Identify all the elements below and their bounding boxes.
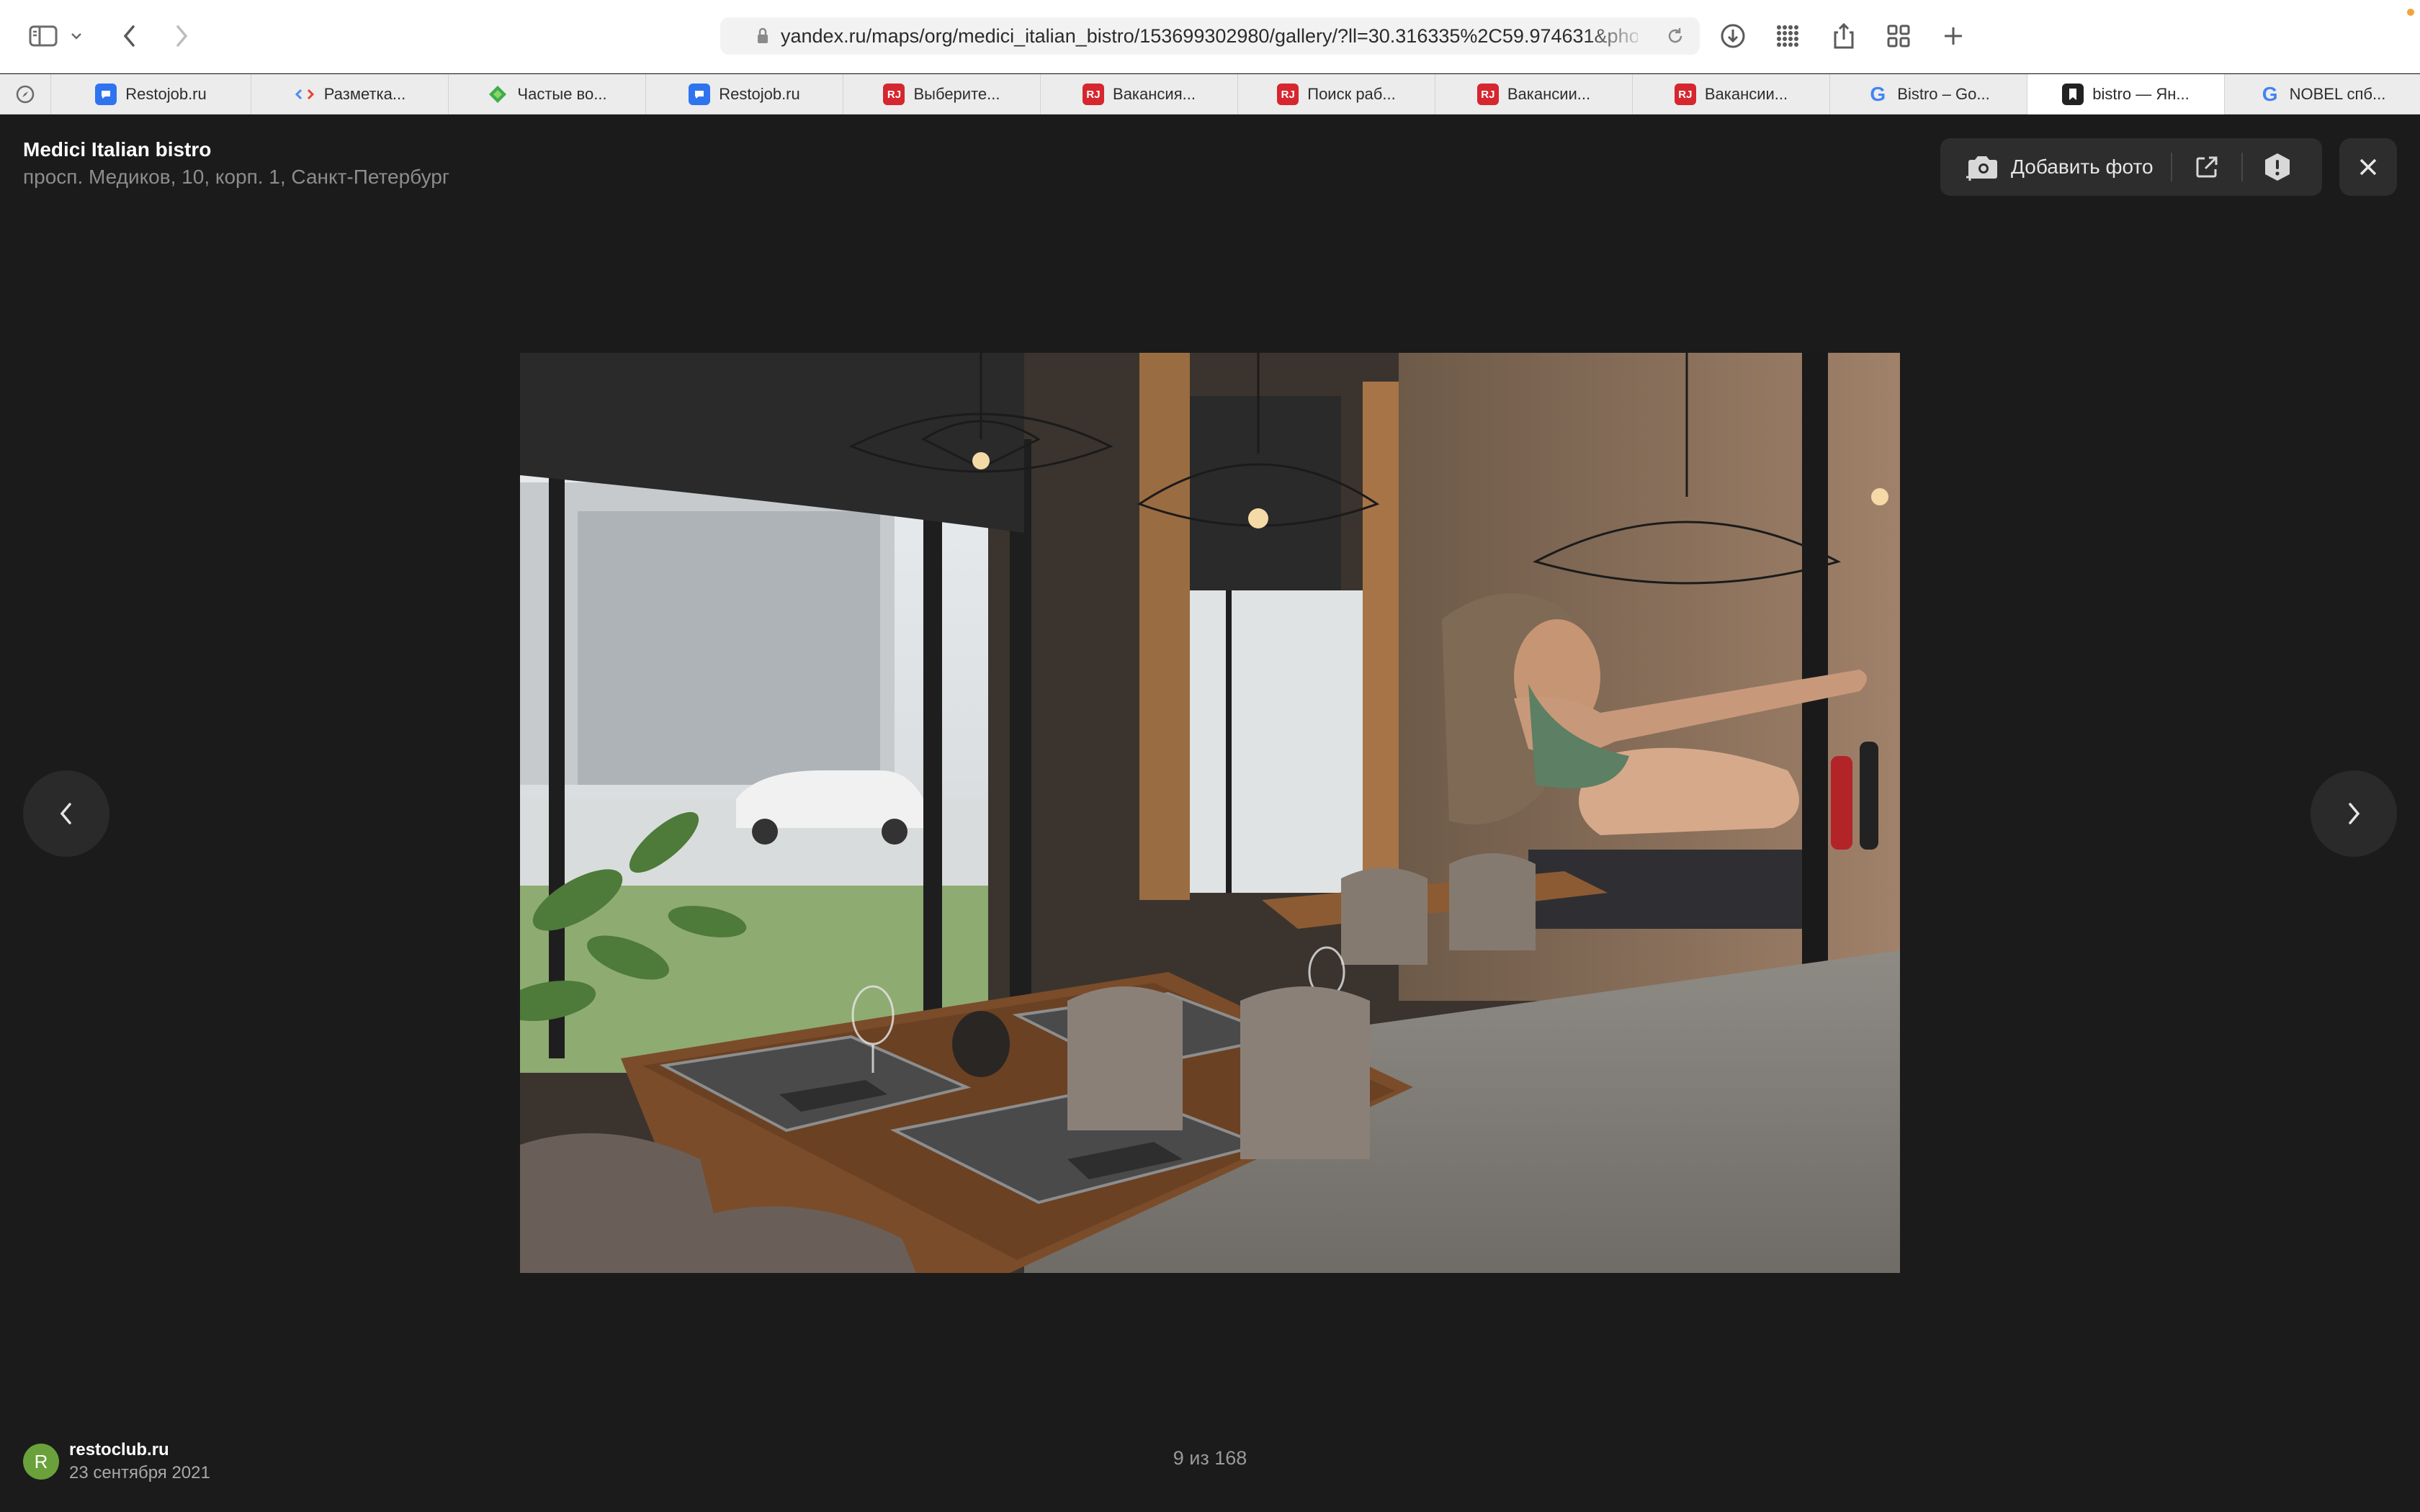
tab-label: Bistro – Go... — [1897, 85, 1990, 103]
rj-icon: RJ — [1674, 84, 1696, 105]
chevron-down-icon[interactable] — [65, 19, 88, 53]
close-button[interactable] — [2339, 138, 2397, 196]
download-icon[interactable] — [1716, 19, 1750, 53]
tab-restojob-2[interactable]: Restojob.ru — [645, 74, 843, 114]
tab-rj-4[interactable]: RJ Вакансии... — [1435, 74, 1632, 114]
add-photo-label: Добавить фото — [2011, 156, 2154, 178]
reload-icon[interactable] — [1665, 26, 1685, 50]
tab-razmetka[interactable]: Разметка... — [251, 74, 448, 114]
gallery-photo[interactable] — [520, 353, 1900, 1273]
photo-gallery-viewer: Medici Italian bistro просп. Медиков, 10… — [0, 115, 2420, 1512]
tab-label: NOBEL спб... — [2289, 85, 2386, 103]
chat-bubble-icon — [95, 84, 117, 105]
chevron-right-icon — [2346, 801, 2362, 826]
tab-label: Вакансии... — [1704, 85, 1788, 103]
compass-icon[interactable] — [0, 74, 50, 114]
close-icon — [2357, 156, 2379, 178]
tab-restojob-1[interactable]: Restojob.ru — [50, 74, 251, 114]
warning-hexagon-icon — [2262, 152, 2293, 182]
new-tab-icon[interactable] — [1936, 19, 1971, 53]
tab-label: Restojob.ru — [719, 85, 800, 103]
photo-author[interactable]: R restoclub.ru 23 сентября 2021 — [23, 1440, 210, 1483]
rj-icon: RJ — [883, 84, 905, 105]
avatar: R — [23, 1444, 59, 1480]
next-photo-button[interactable] — [2311, 770, 2397, 857]
tab-google-bistro[interactable]: G Bistro – Go... — [1829, 74, 2027, 114]
tab-google-nobel[interactable]: G NOBEL спб... — [2224, 74, 2420, 114]
open-external-button[interactable] — [2172, 138, 2241, 196]
previous-photo-button[interactable] — [23, 770, 109, 857]
green-diamond-icon — [487, 84, 508, 105]
tab-label: bistro — Ян... — [2092, 85, 2190, 103]
browser-toolbar: yandex.ru/maps/org/medici_italian_bistro… — [0, 0, 2420, 73]
tab-bar: Restojob.ru Разметка... Частые во... Res… — [0, 74, 2420, 114]
back-icon[interactable] — [112, 19, 147, 53]
google-icon: G — [2262, 83, 2278, 105]
forward-icon[interactable] — [164, 19, 199, 53]
external-link-icon — [2195, 155, 2219, 179]
org-address: просп. Медиков, 10, корп. 1, Санкт-Петер… — [23, 166, 450, 188]
notification-dot — [2407, 9, 2414, 16]
tab-rj-5[interactable]: RJ Вакансии... — [1632, 74, 1829, 114]
add-photo-button[interactable]: Добавить фото — [1940, 138, 2171, 196]
rj-icon: RJ — [1277, 84, 1299, 105]
org-name[interactable]: Medici Italian bistro — [23, 138, 211, 161]
rj-icon: RJ — [1476, 84, 1499, 105]
share-icon[interactable] — [1827, 19, 1861, 53]
apps-grid-icon[interactable] — [1770, 19, 1805, 53]
url-text: yandex.ru/maps/org/medici_italian_bistro… — [781, 25, 1638, 47]
tab-yandex-bistro[interactable]: bistro — Ян... — [2027, 74, 2224, 114]
sidebar-toggle-icon[interactable] — [26, 19, 60, 53]
tab-label: Вакансия... — [1113, 85, 1196, 103]
lock-icon — [756, 27, 769, 48]
tab-rj-3[interactable]: RJ Поиск раб... — [1237, 74, 1435, 114]
chevron-left-icon — [58, 801, 74, 826]
photo-date: 23 сентября 2021 — [69, 1463, 210, 1482]
tab-overview-icon[interactable] — [1881, 19, 1916, 53]
photo-actions-panel: Добавить фото — [1940, 138, 2322, 196]
tab-label: Вакансии... — [1507, 85, 1591, 103]
chat-bubble-icon — [689, 84, 711, 105]
tab-label: Частые во... — [517, 85, 607, 103]
rj-icon: RJ — [1083, 84, 1105, 105]
google-icon: G — [1870, 83, 1886, 105]
report-button[interactable] — [2243, 138, 2312, 196]
restaurant-interior-photo — [520, 353, 1900, 1273]
tab-label: Restojob.ru — [125, 85, 207, 103]
tab-rj-1[interactable]: RJ Выберите... — [843, 74, 1040, 114]
camera-plus-icon — [1965, 153, 1999, 181]
tab-label: Выберите... — [913, 85, 1000, 103]
bookmark-icon — [2062, 84, 2084, 105]
tab-rj-2[interactable]: RJ Вакансия... — [1040, 74, 1237, 114]
tab-faq[interactable]: Частые во... — [448, 74, 645, 114]
address-bar[interactable]: yandex.ru/maps/org/medici_italian_bistro… — [720, 17, 1700, 55]
tab-label: Разметка... — [323, 85, 406, 103]
author-name: restoclub.ru — [69, 1440, 169, 1459]
code-brackets-icon — [294, 84, 315, 105]
photo-counter: 9 из 168 — [1173, 1447, 1247, 1469]
tab-label: Поиск раб... — [1307, 85, 1396, 103]
